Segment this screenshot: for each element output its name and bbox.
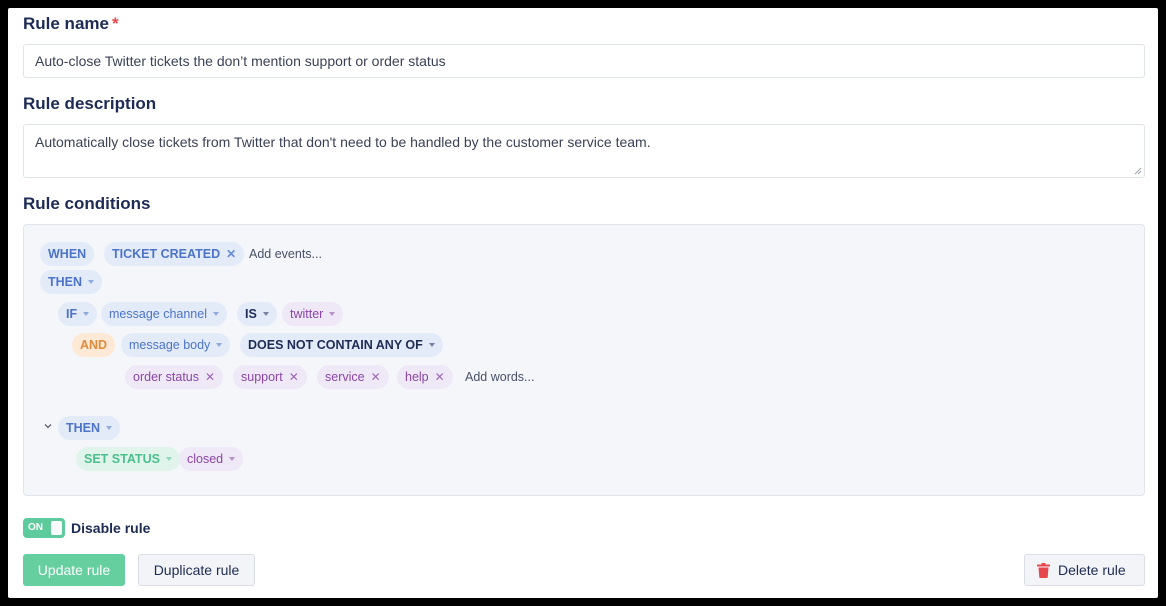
delete-rule-label: Delete rule: [1058, 562, 1126, 578]
close-icon[interactable]: ✕: [205, 365, 215, 389]
event-chip-ticket-created[interactable]: TICKET CREATED ✕: [104, 242, 245, 266]
caret-down-icon: [428, 343, 435, 347]
trash-icon: [1037, 562, 1050, 578]
caret-down-icon: [329, 312, 336, 316]
caret-down-icon: [262, 312, 269, 316]
and-operator-dropdown[interactable]: DOES NOT CONTAIN ANY OF: [240, 333, 443, 357]
caret-down-icon: [212, 312, 219, 316]
when-chip: WHEN: [40, 242, 95, 266]
if-value-dropdown[interactable]: twitter: [282, 302, 344, 326]
if-field-dropdown[interactable]: message channel: [101, 302, 227, 326]
close-icon[interactable]: ✕: [289, 365, 299, 389]
caret-down-icon: [165, 457, 172, 461]
update-rule-button[interactable]: Update rule: [23, 554, 125, 586]
action-dropdown[interactable]: SET STATUS: [76, 447, 180, 471]
add-words-input[interactable]: Add words...: [465, 365, 534, 389]
add-events-input[interactable]: Add events...: [249, 242, 322, 266]
disable-rule-label: Disable rule: [71, 520, 151, 536]
then-dropdown[interactable]: THEN: [40, 270, 103, 294]
word-chip[interactable]: order status ✕: [125, 365, 224, 389]
and-chip[interactable]: AND: [72, 333, 116, 357]
rule-conditions-builder: WHEN TICKET CREATED ✕ Add events... THEN…: [23, 224, 1145, 496]
required-mark: *: [111, 14, 119, 33]
then-dropdown-2[interactable]: THEN: [58, 416, 121, 440]
caret-down-icon: [83, 312, 90, 316]
word-chip[interactable]: service ✕: [317, 365, 389, 389]
and-field-dropdown[interactable]: message body: [121, 333, 231, 357]
duplicate-rule-button[interactable]: Duplicate rule: [138, 554, 255, 586]
if-dropdown[interactable]: IF: [58, 302, 98, 326]
caret-down-icon: [106, 426, 113, 430]
delete-rule-button[interactable]: Delete rule: [1024, 554, 1145, 586]
resize-handle-icon[interactable]: [1134, 167, 1142, 175]
rule-description-textarea[interactable]: Automatically close tickets from Twitter…: [23, 124, 1145, 178]
caret-down-icon: [229, 457, 236, 461]
rule-editor: Rule name * Auto-close Twitter tickets th…: [8, 8, 1158, 598]
rule-name-input[interactable]: Auto-close Twitter tickets the don’t men…: [23, 44, 1145, 78]
disable-rule-toggle[interactable]: ON: [23, 518, 65, 538]
close-icon[interactable]: ✕: [371, 365, 381, 389]
close-icon[interactable]: ✕: [435, 365, 445, 389]
chevron-down-icon[interactable]: [44, 422, 52, 430]
rule-conditions-label: Rule conditions: [23, 194, 151, 213]
word-chip[interactable]: help ✕: [397, 365, 453, 389]
toggle-state-label: ON: [28, 522, 43, 533]
close-icon[interactable]: ✕: [226, 242, 236, 266]
caret-down-icon: [88, 280, 95, 284]
if-operator-dropdown[interactable]: IS: [237, 302, 277, 326]
toggle-knob: [51, 521, 62, 535]
rule-description-label: Rule description: [23, 94, 157, 113]
word-chip[interactable]: support ✕: [233, 365, 307, 389]
rule-description-text: Automatically close tickets from Twitter…: [35, 134, 651, 150]
caret-down-icon: [216, 343, 223, 347]
rule-name-label: Rule name *: [23, 14, 119, 33]
action-value-dropdown[interactable]: closed: [179, 447, 244, 471]
